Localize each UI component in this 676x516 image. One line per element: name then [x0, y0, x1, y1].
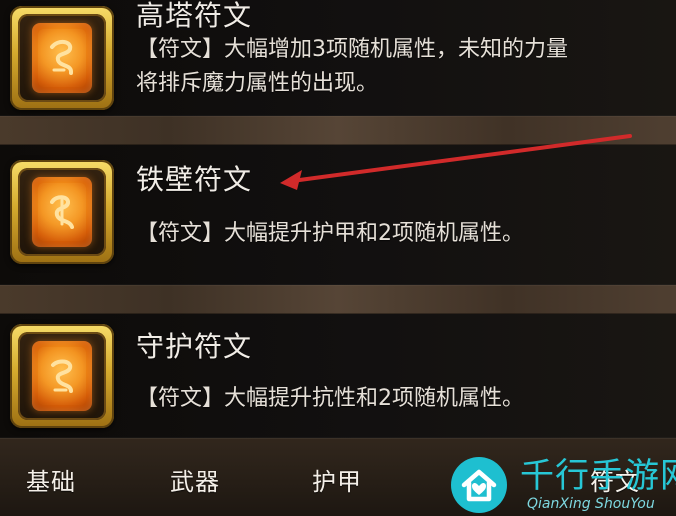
rune-title: 守护符文	[136, 330, 253, 363]
tab-basic[interactable]: 基础	[26, 470, 76, 494]
watermark-subtitle: QianXing ShouYou	[527, 496, 655, 512]
rune-description-line: 【符文】大幅提升抗性和2项随机属性。	[136, 386, 524, 411]
rune-list-screen: 高塔符文 【符文】大幅增加3项随机属性，未知的力量 将排斥魔力属性的出现。 铁壁…	[0, 0, 676, 516]
rune-icon-background	[18, 14, 106, 102]
house-heart-icon	[451, 457, 507, 513]
row-separator	[0, 285, 676, 314]
site-watermark: 千行手游网 QianXing ShouYou	[450, 456, 676, 516]
rune-description-line: 【符文】大幅增加3项随机属性，未知的力量	[136, 37, 568, 62]
rune-description: 【符文】大幅增加3项随机属性，未知的力量 将排斥魔力属性的出现。	[136, 33, 656, 101]
rune-icon-frame[interactable]	[10, 160, 114, 264]
row-separator	[0, 116, 676, 145]
rune-icon-frame[interactable]	[10, 6, 114, 110]
rune-description-line: 【符文】大幅提升护甲和2项随机属性。	[136, 221, 524, 246]
tab-armor[interactable]: 护甲	[312, 470, 362, 494]
rune-icon-background	[18, 332, 106, 420]
rune-description: 【符文】大幅提升抗性和2项随机属性。	[136, 382, 656, 416]
tab-weapon[interactable]: 武器	[170, 470, 220, 494]
rune-title: 铁壁符文	[136, 163, 253, 196]
rune-title: 高塔符文	[136, 0, 253, 32]
rune-icon-background	[18, 168, 106, 256]
rune-icon	[32, 23, 92, 93]
rune-description-line: 将排斥魔力属性的出现。	[136, 71, 379, 96]
watermark-title: 千行手游网	[520, 456, 676, 496]
rune-icon	[32, 341, 92, 411]
rune-icon	[32, 177, 92, 247]
rune-icon-frame[interactable]	[10, 324, 114, 428]
rune-description: 【符文】大幅提升护甲和2项随机属性。	[136, 217, 656, 251]
